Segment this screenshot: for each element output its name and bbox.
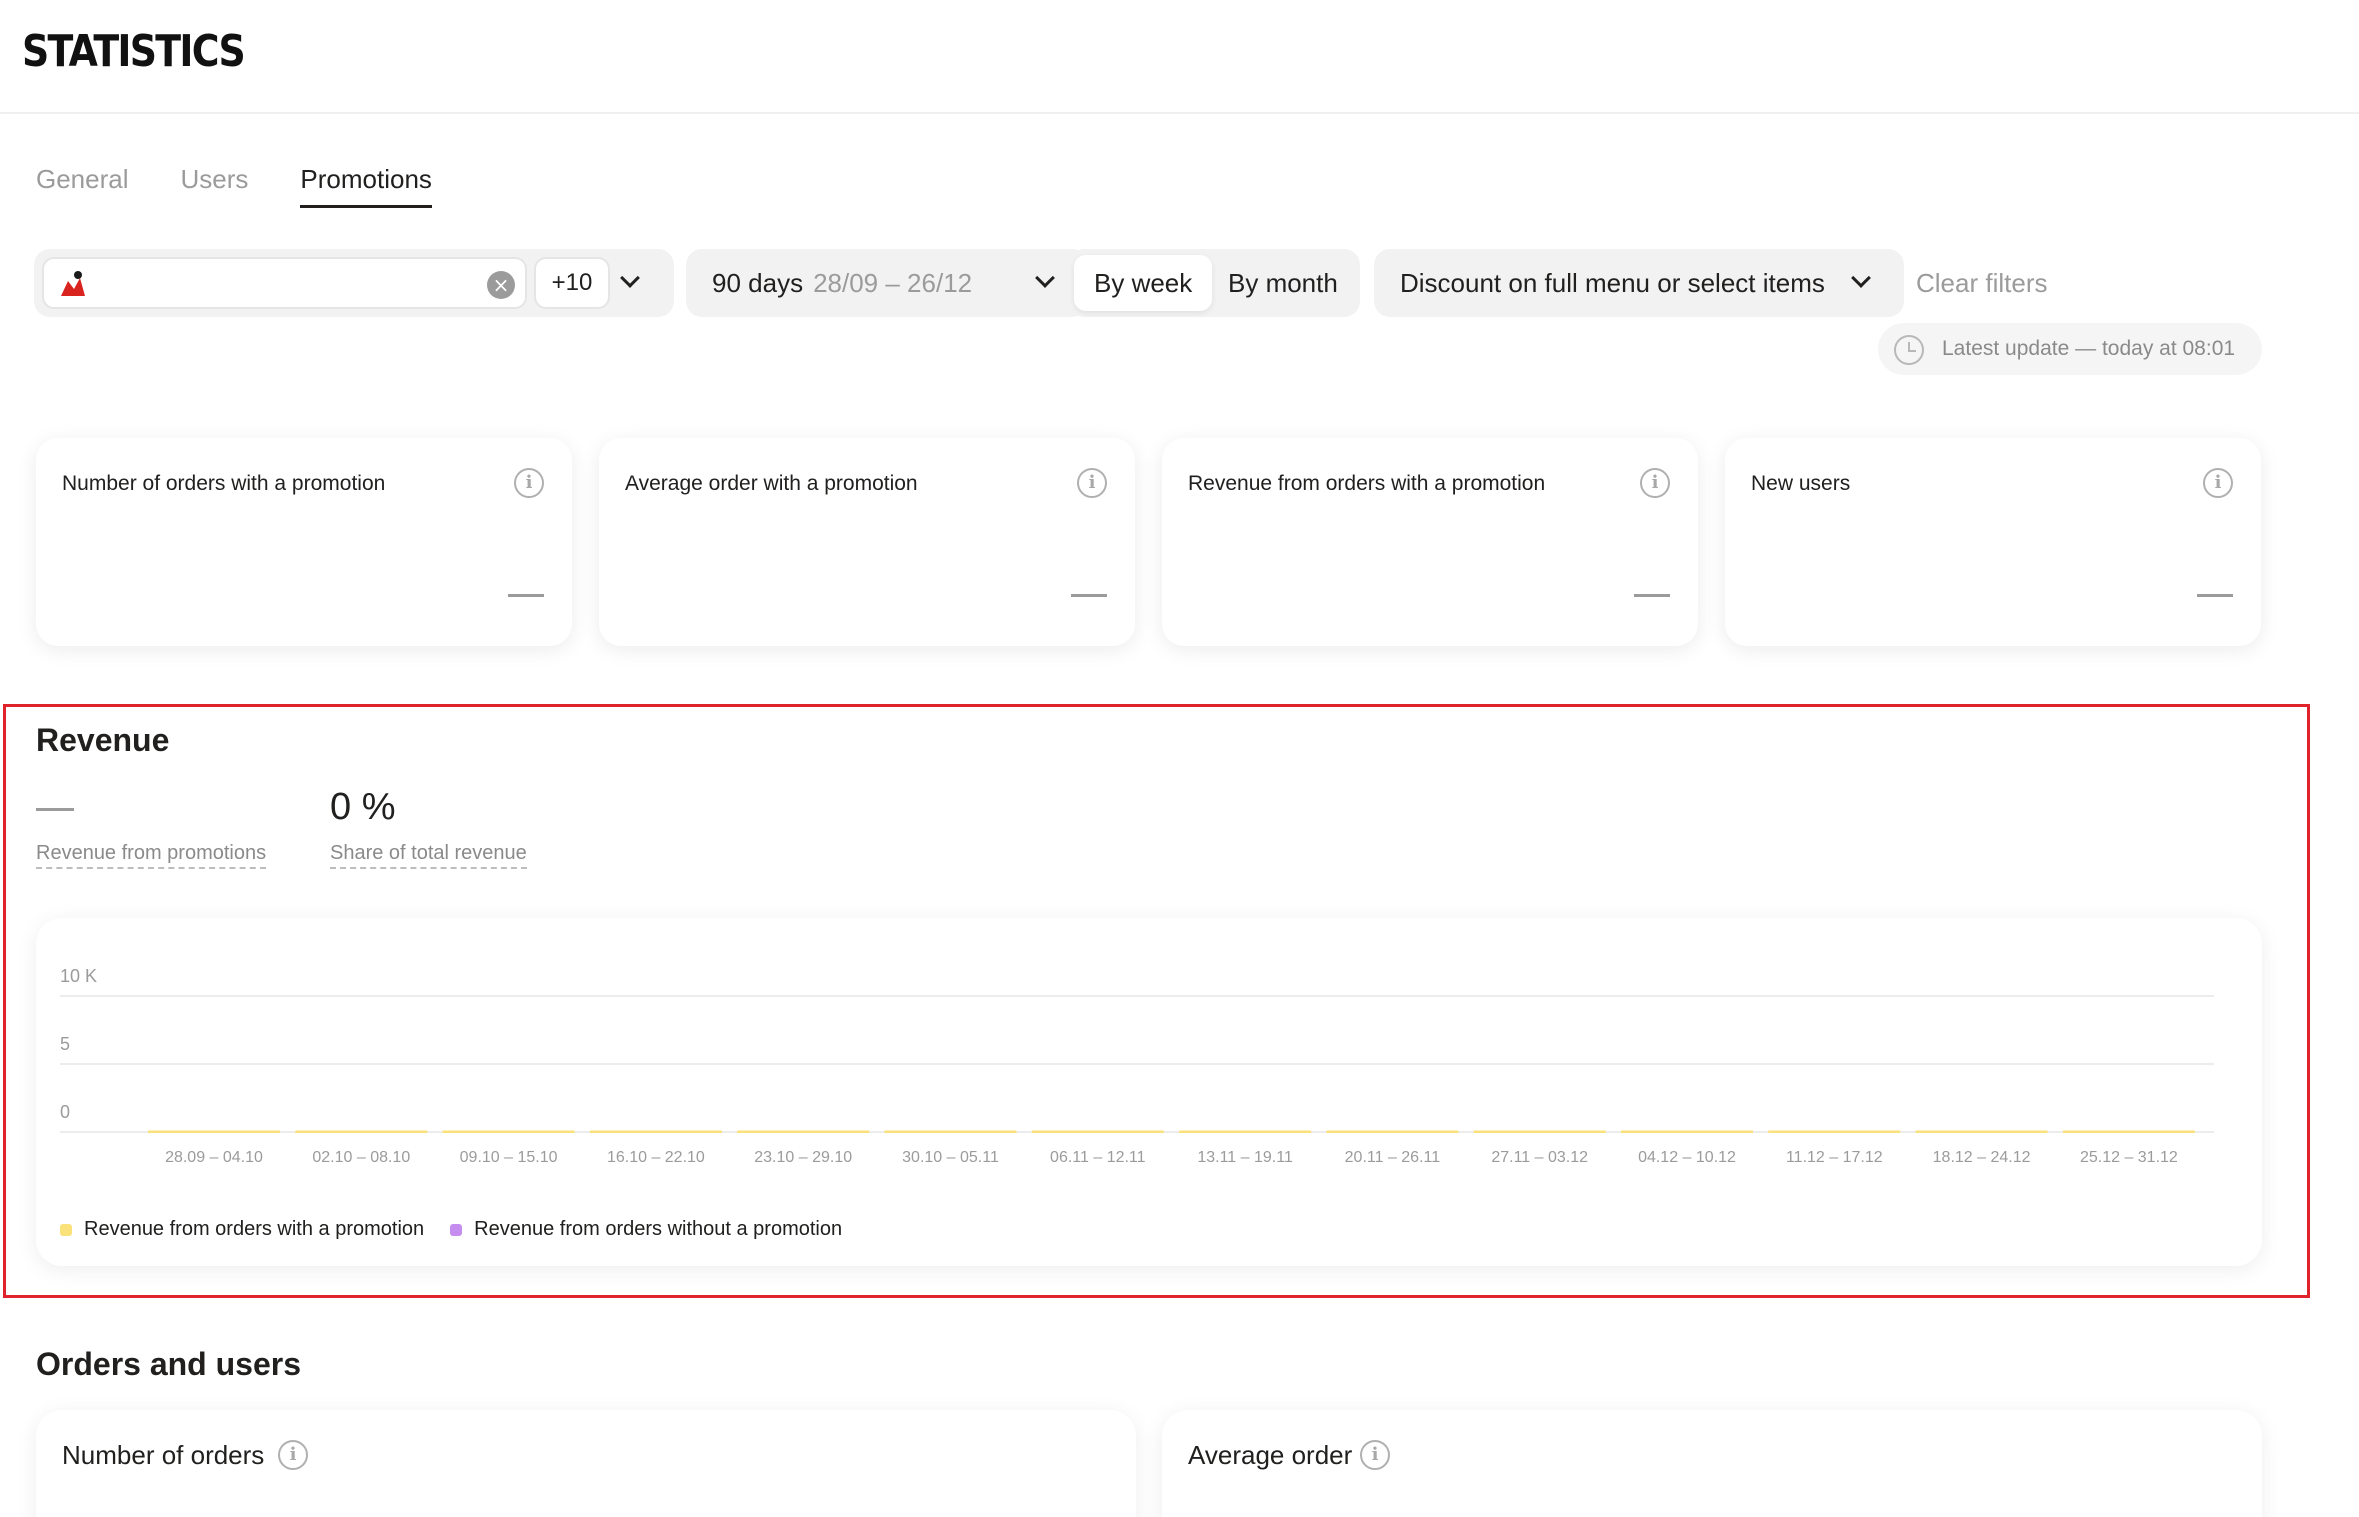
clear-selection-icon[interactable]: × bbox=[487, 271, 515, 299]
x-tick-label: 27.11 – 03.12 bbox=[1491, 1149, 1588, 1166]
filter-bar: × +10 90 days 28/09 – 26/12 By week By mo… bbox=[34, 249, 2334, 317]
x-tick-label: 02.10 – 08.10 bbox=[312, 1149, 410, 1166]
bar-with-promotion[interactable] bbox=[737, 1130, 870, 1134]
metric-card-orders-with-promo: Number of orders with a promotion i bbox=[36, 438, 572, 646]
bar-with-promotion[interactable] bbox=[589, 1130, 722, 1134]
x-tick-label: 20.11 – 26.11 bbox=[1345, 1149, 1441, 1166]
app-logo: STATISTICS bbox=[22, 26, 246, 77]
x-tick-label: 16.10 – 22.10 bbox=[607, 1149, 705, 1166]
bar-with-promotion[interactable] bbox=[1915, 1130, 2048, 1134]
restaurant-select-input[interactable]: × bbox=[42, 257, 527, 309]
tab-promotions[interactable]: Promotions bbox=[300, 164, 432, 208]
chart-legend: Revenue from orders with a promotion Rev… bbox=[60, 1218, 842, 1241]
tab-users[interactable]: Users bbox=[181, 164, 249, 208]
more-restaurants-chip[interactable]: +10 bbox=[534, 257, 610, 309]
revenue-chart-card: 0 5 10 K 28.09 – 04.10 02.10 – 08.10 09.10 – … bbox=[36, 918, 2262, 1266]
card-title: Number of orders bbox=[62, 1440, 265, 1470]
tab-general[interactable]: General bbox=[36, 164, 129, 208]
info-icon[interactable]: i bbox=[1640, 468, 1670, 498]
bar-with-promotion[interactable] bbox=[1326, 1130, 1459, 1134]
metric-empty-value bbox=[508, 594, 544, 597]
metric-empty-value bbox=[1071, 594, 1107, 597]
revenue-title: Revenue bbox=[36, 722, 170, 758]
x-tick-label: 23.10 – 29.10 bbox=[754, 1149, 852, 1166]
chevron-down-icon bbox=[1035, 268, 1055, 288]
bar-with-promotion[interactable] bbox=[1031, 1130, 1164, 1134]
share-of-revenue-value: 0 % bbox=[330, 786, 396, 828]
x-tick-label: 11.12 – 17.12 bbox=[1786, 1149, 1883, 1166]
clock-icon bbox=[1894, 335, 1924, 365]
revenue-from-promotions-label[interactable]: Revenue from promotions bbox=[36, 842, 267, 869]
info-icon[interactable]: i bbox=[514, 468, 544, 498]
metric-title: New users bbox=[1751, 472, 1851, 495]
bar-with-promotion[interactable] bbox=[2062, 1130, 2195, 1134]
metric-title: Revenue from orders with a promotion bbox=[1188, 472, 1546, 495]
period-days: 90 days bbox=[712, 268, 804, 298]
legend-label: Revenue from orders with a promotion bbox=[84, 1218, 425, 1240]
bar-with-promotion[interactable] bbox=[442, 1130, 575, 1134]
y-tick-label: 5 bbox=[60, 1034, 70, 1054]
x-tick-label: 09.10 – 15.10 bbox=[460, 1149, 558, 1166]
bar-with-promotion[interactable] bbox=[1768, 1130, 1901, 1134]
metric-empty-value bbox=[1634, 594, 1670, 597]
grouping-toggle: By week By month bbox=[1068, 249, 1360, 317]
info-icon[interactable]: i bbox=[278, 1440, 308, 1470]
chevron-down-icon[interactable] bbox=[620, 268, 640, 288]
metric-empty-value bbox=[2197, 594, 2233, 597]
card-title: Average order bbox=[1188, 1440, 1353, 1470]
restaurant-filter[interactable]: × +10 bbox=[34, 249, 674, 317]
x-tick-label: 04.12 – 10.12 bbox=[1638, 1149, 1736, 1166]
x-tick-label: 18.12 – 24.12 bbox=[1933, 1149, 2031, 1166]
last-update-badge: Latest update — today at 08:01 bbox=[1878, 323, 2262, 375]
legend-label: Revenue from orders without a promotion bbox=[474, 1218, 843, 1240]
average-order-card: Average order i bbox=[1162, 1410, 2262, 1517]
app-header: STATISTICS bbox=[0, 0, 2359, 114]
chevron-down-icon bbox=[1851, 268, 1871, 288]
promo-type-value: Discount on full menu or select items bbox=[1400, 268, 1825, 298]
last-update-text: Latest update — today at 08:01 bbox=[1942, 337, 2236, 360]
metric-title: Number of orders with a promotion bbox=[62, 472, 386, 495]
bar-with-promotion[interactable] bbox=[295, 1130, 428, 1134]
y-tick-label: 10 K bbox=[60, 966, 97, 986]
x-tick-label: 30.10 – 05.11 bbox=[902, 1149, 999, 1166]
share-of-revenue-label[interactable]: Share of total revenue bbox=[330, 842, 527, 869]
x-tick-label: 28.09 – 04.10 bbox=[165, 1149, 263, 1166]
info-icon[interactable]: i bbox=[2203, 468, 2233, 498]
number-of-orders-card: Number of orders i bbox=[36, 1410, 1136, 1517]
x-tick-label: 13.11 – 19.11 bbox=[1197, 1149, 1293, 1166]
period-range: 28/09 – 26/12 bbox=[813, 268, 973, 298]
legend-swatch bbox=[60, 1223, 72, 1236]
x-tick-label: 25.12 – 31.12 bbox=[2080, 1149, 2178, 1166]
info-icon[interactable]: i bbox=[1077, 468, 1107, 498]
clear-filters-button[interactable]: Clear filters bbox=[1916, 249, 2047, 317]
bar-with-promotion[interactable] bbox=[1179, 1130, 1312, 1134]
legend-item-with-promo[interactable]: Revenue from orders with a promotion bbox=[60, 1218, 424, 1241]
metric-card-average-order-with-promo: Average order with a promotion i bbox=[599, 438, 1135, 646]
revenue-from-promotions-value bbox=[36, 808, 74, 811]
metric-card-new-users: New users i bbox=[1725, 438, 2261, 646]
legend-item-without-promo[interactable]: Revenue from orders without a promotion bbox=[450, 1218, 842, 1241]
promo-type-dropdown[interactable]: Discount on full menu or select items bbox=[1374, 249, 1904, 317]
stats-tabs: General Users Promotions bbox=[36, 164, 432, 208]
metric-card-revenue-with-promo: Revenue from orders with a promotion i bbox=[1162, 438, 1698, 646]
restaurant-logo-icon bbox=[61, 271, 85, 296]
bar-with-promotion[interactable] bbox=[148, 1130, 280, 1134]
orders-users-title: Orders and users bbox=[36, 1346, 301, 1382]
by-month-button[interactable]: By month bbox=[1208, 255, 1358, 311]
revenue-bar-chart: 0 5 10 K 28.09 – 04.10 02.10 – 08.10 09.10 – … bbox=[60, 966, 2214, 1166]
y-tick-label: 0 bbox=[60, 1102, 70, 1122]
bar-with-promotion[interactable] bbox=[1621, 1130, 1753, 1134]
info-icon[interactable]: i bbox=[1360, 1440, 1390, 1470]
legend-swatch bbox=[450, 1223, 463, 1236]
metric-title: Average order with a promotion bbox=[625, 472, 918, 495]
by-week-button[interactable]: By week bbox=[1074, 255, 1213, 311]
period-dropdown[interactable]: 90 days 28/09 – 26/12 bbox=[686, 249, 1088, 317]
bar-with-promotion[interactable] bbox=[884, 1130, 1017, 1134]
x-tick-label: 06.11 – 12.11 bbox=[1050, 1149, 1146, 1166]
bar-with-promotion[interactable] bbox=[1473, 1130, 1606, 1134]
